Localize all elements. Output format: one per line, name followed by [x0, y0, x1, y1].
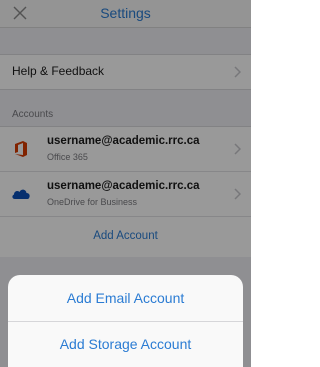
add-storage-account-button[interactable]: Add Storage Account [8, 322, 243, 367]
action-sheet: Add Email Account Add Storage Account [8, 275, 243, 367]
settings-screen: Settings Help & Feedback Accounts userna… [0, 0, 251, 367]
add-email-account-button[interactable]: Add Email Account [8, 276, 243, 321]
